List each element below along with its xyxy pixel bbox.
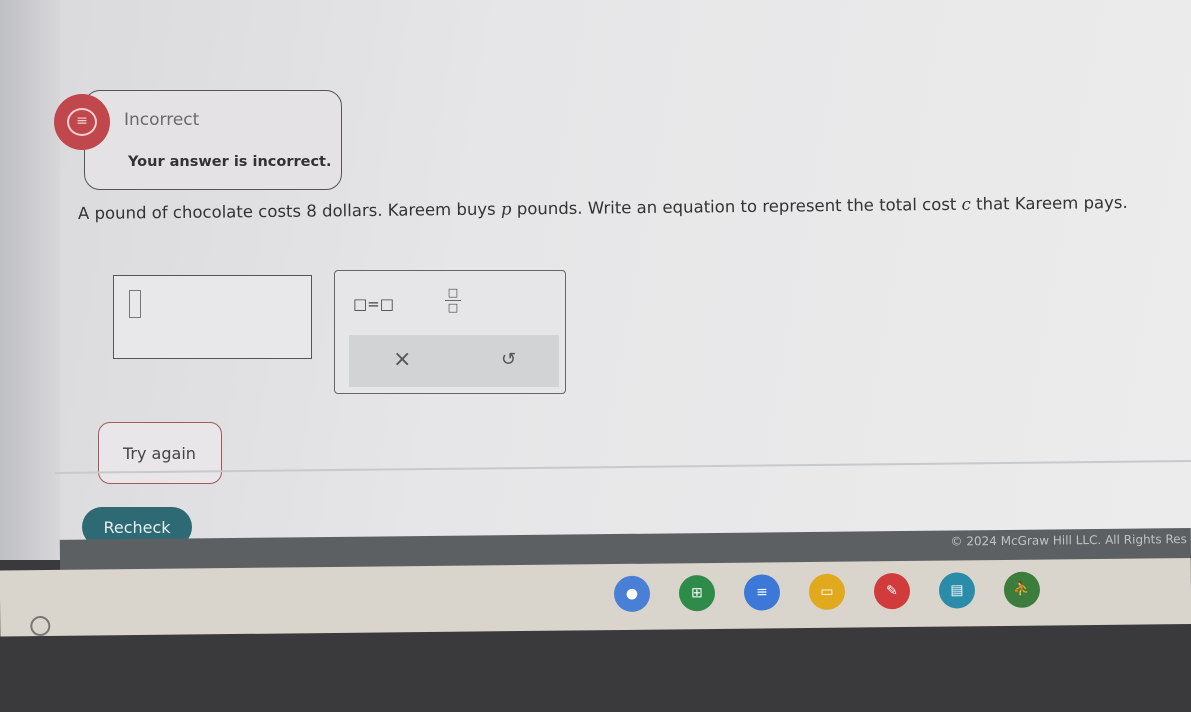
palette-actions: × ↺	[349, 335, 559, 387]
text-cursor-icon	[129, 290, 141, 318]
math-palette: □=□ □ □ × ↺	[334, 270, 566, 394]
question-part: pounds. Write an equation to represent t…	[511, 194, 962, 219]
question-part: A pound of chocolate costs 8 dollars. Ka…	[77, 199, 502, 223]
fraction-template-button[interactable]: □ □	[445, 287, 461, 314]
launcher-icon[interactable]	[30, 615, 51, 637]
equation-template-button[interactable]: □=□	[353, 295, 394, 313]
classroom-app-icon[interactable]: ⛹	[1003, 571, 1041, 608]
feedback-message: Your answer is incorrect.	[128, 154, 332, 170]
sheets-app-icon[interactable]: ⊞	[678, 574, 716, 612]
screencast-app-icon[interactable]: ▤	[938, 572, 976, 609]
undo-button[interactable]: ↺	[501, 349, 516, 370]
clear-button[interactable]: ×	[393, 347, 411, 372]
os-shelf: ● ⊞ ≡ ▭ ✎ ▤ ⛹	[0, 558, 1191, 637]
fraction-numerator: □	[447, 286, 459, 299]
variable-c: c	[961, 194, 971, 214]
variable-p: p	[500, 199, 512, 219]
question-text: A pound of chocolate costs 8 dollars. Ka…	[78, 192, 1188, 223]
left-edge	[0, 0, 60, 560]
answer-input[interactable]	[113, 275, 312, 359]
docs-app-icon[interactable]: ≡	[743, 574, 781, 611]
feedback-panel	[84, 90, 342, 190]
browser-page: ≡ Incorrect Your answer is incorrect. A …	[0, 0, 1191, 560]
slides-app-icon[interactable]: ▭	[808, 573, 846, 610]
chrome-app-icon[interactable]: ●	[613, 575, 651, 613]
divider	[55, 460, 1191, 474]
try-again-button[interactable]: Try again	[98, 422, 222, 484]
canvas-app-icon[interactable]: ✎	[873, 572, 911, 610]
copyright-text: © 2024 McGraw Hill LLC. All Rights Res	[950, 532, 1187, 549]
chat-bubble-icon: ≡	[54, 94, 110, 150]
question-part: that Kareem pays.	[970, 193, 1128, 214]
fraction-denominator: □	[447, 301, 459, 314]
feedback-title: Incorrect	[124, 110, 200, 130]
